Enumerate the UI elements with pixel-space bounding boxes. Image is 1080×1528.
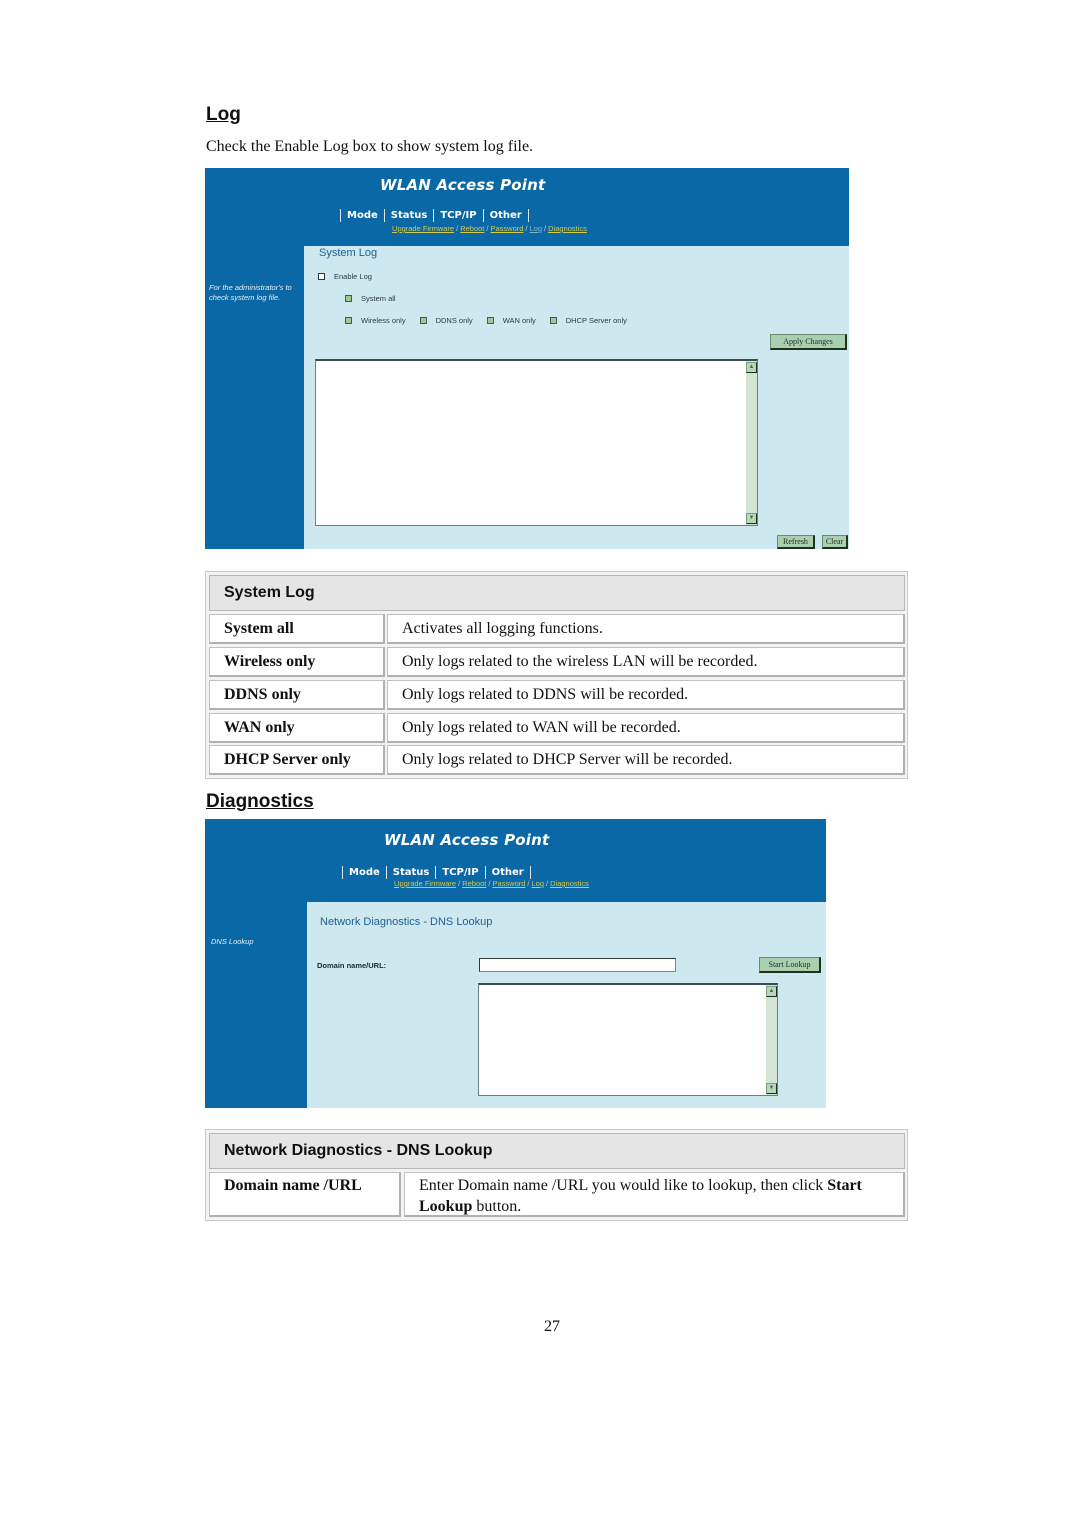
diagnostics-heading: Diagnostics	[206, 791, 314, 812]
filter-wan: WAN only	[486, 316, 536, 325]
link-upgrade-firmware[interactable]: Upgrade Firmware	[392, 224, 454, 233]
link-log[interactable]: Log	[530, 224, 543, 233]
link-diagnostics[interactable]: Diagnostics	[550, 879, 589, 888]
sidebar	[205, 902, 307, 1108]
link-reboot[interactable]: Reboot	[460, 224, 484, 233]
log-screenshot: WLAN Access Point Mode Status TCP/IP Oth…	[205, 168, 849, 549]
table-row-desc: Only logs related to WAN will be recorde…	[387, 713, 905, 743]
system-all-checkbox[interactable]	[345, 295, 352, 302]
link-diagnostics[interactable]: Diagnostics	[548, 224, 587, 233]
panel-title: Network Diagnostics - DNS Lookup	[320, 916, 493, 928]
desc-text-end: button.	[472, 1198, 522, 1215]
filter-wireless: Wireless only	[345, 316, 406, 325]
link-upgrade-firmware[interactable]: Upgrade Firmware	[394, 879, 456, 888]
wan-only-checkbox[interactable]	[486, 317, 494, 324]
table-row-term: System all	[209, 614, 385, 644]
table-row-term: DHCP Server only	[209, 745, 385, 775]
table-row-desc: Only logs related to DHCP Server will be…	[387, 745, 905, 775]
tab-other[interactable]: Other	[482, 209, 529, 222]
brand-title: WLAN Access Point	[384, 831, 550, 849]
log-textarea[interactable]: ▲ ▼	[315, 359, 758, 526]
link-password[interactable]: Password	[490, 224, 523, 233]
tab-other[interactable]: Other	[484, 866, 531, 879]
panel-title: System Log	[319, 247, 378, 259]
filter-dhcp: DHCP Server only	[549, 316, 627, 325]
apply-changes-button[interactable]: Apply Changes	[770, 334, 847, 350]
dns-table-title: Network Diagnostics - DNS Lookup	[209, 1133, 905, 1169]
enable-log-label: Enable Log	[334, 272, 372, 281]
link-password[interactable]: Password	[492, 879, 525, 888]
system-log-table-title: System Log	[209, 575, 905, 611]
scroll-down-icon[interactable]: ▼	[766, 1083, 777, 1094]
sidebar-note: DNS Lookup	[211, 937, 254, 946]
wireless-only-checkbox[interactable]	[345, 317, 352, 324]
tab-status[interactable]: Status	[385, 866, 436, 879]
enable-log-row: Enable Log	[318, 272, 372, 281]
dns-result-textarea[interactable]: ▲ ▼	[478, 983, 778, 1096]
table-row-term: DDNS only	[209, 680, 385, 710]
start-lookup-button[interactable]: Start Lookup	[759, 957, 821, 973]
filter-ddns: DDNS only	[419, 316, 473, 325]
tab-mode[interactable]: Mode	[342, 866, 386, 879]
sidebar-note: For the administrator's to check system …	[209, 283, 292, 302]
desc-text: Enter Domain name /URL you would like to…	[419, 1177, 828, 1194]
tab-mode[interactable]: Mode	[340, 209, 384, 222]
page-number: 27	[544, 1318, 560, 1335]
result-scrollbar[interactable]: ▲ ▼	[766, 985, 777, 1095]
tab-tcpip[interactable]: TCP/IP	[435, 866, 484, 879]
system-log-table: System Log System all Activates all logg…	[205, 571, 908, 779]
refresh-button[interactable]: Refresh	[777, 535, 815, 549]
system-all-row: System all	[345, 294, 396, 303]
scroll-down-icon[interactable]: ▼	[746, 513, 757, 524]
clear-button[interactable]: Clear	[822, 535, 848, 549]
table-row-term: Domain name /URL	[209, 1172, 401, 1217]
sub-navigation: Upgrade Firmware / Reboot / Password / Log / Dia…	[394, 879, 589, 888]
diagnostics-screenshot: WLAN Access Point Mode Status TCP/IP Oth…	[205, 819, 826, 1108]
system-all-label: System all	[361, 294, 396, 303]
log-heading: Log	[206, 104, 241, 125]
table-row-desc: Only logs related to the wireless LAN wi…	[387, 647, 905, 677]
dhcp-server-only-label: DHCP Server only	[565, 316, 627, 325]
log-scrollbar[interactable]: ▲ ▼	[746, 361, 757, 525]
link-reboot[interactable]: Reboot	[462, 879, 486, 888]
enable-log-checkbox[interactable]	[318, 273, 325, 280]
table-row-desc: Enter Domain name /URL you would like to…	[404, 1172, 905, 1217]
wireless-only-label: Wireless only	[361, 316, 406, 325]
tab-tcpip[interactable]: TCP/IP	[433, 209, 482, 222]
log-intro: Check the Enable Log box to show system …	[206, 138, 534, 155]
ddns-only-checkbox[interactable]	[419, 317, 427, 324]
ddns-only-label: DDNS only	[435, 316, 473, 325]
main-tabs: Mode Status TCP/IP Other	[340, 209, 529, 222]
table-row-term: WAN only	[209, 713, 385, 743]
main-tabs: Mode Status TCP/IP Other	[342, 866, 531, 879]
dhcp-server-only-checkbox[interactable]	[549, 317, 557, 324]
table-row-desc: Activates all logging functions.	[387, 614, 905, 644]
table-row-term: Wireless only	[209, 647, 385, 677]
brand-title: WLAN Access Point	[380, 176, 546, 194]
sub-navigation: Upgrade Firmware / Reboot / Password / Log / Dia…	[392, 224, 587, 233]
filter-row: Wireless only DDNS only WAN only DHCP Se…	[345, 316, 641, 325]
tab-status[interactable]: Status	[383, 209, 434, 222]
link-log[interactable]: Log	[532, 879, 545, 888]
scroll-up-icon[interactable]: ▲	[766, 986, 777, 997]
domain-url-label: Domain name/URL:	[317, 961, 387, 970]
table-row-desc: Only logs related to DDNS will be record…	[387, 680, 905, 710]
dns-lookup-table: Network Diagnostics - DNS Lookup Domain …	[205, 1129, 908, 1221]
domain-url-input[interactable]	[479, 958, 676, 972]
scroll-up-icon[interactable]: ▲	[746, 362, 757, 373]
wan-only-label: WAN only	[502, 316, 536, 325]
